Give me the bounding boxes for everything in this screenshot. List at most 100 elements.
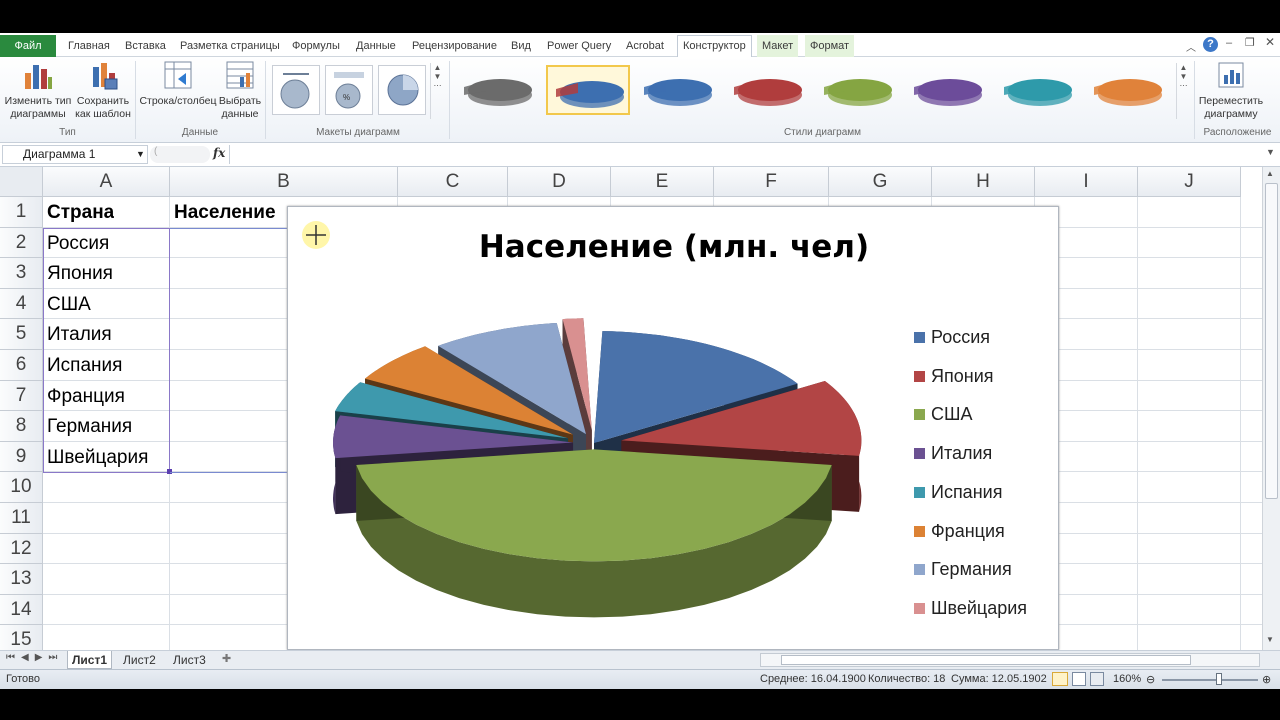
scroll-down-icon[interactable]: ▼	[1266, 635, 1274, 644]
chart-style-2[interactable]	[546, 65, 630, 115]
row-header-1[interactable]: 1	[0, 197, 43, 228]
sheet-nav-arrows-icon[interactable]: ⏮◀▶⏭	[6, 652, 63, 663]
cell-a1[interactable]: Страна	[47, 202, 114, 224]
legend-entry[interactable]: Швейцария	[931, 598, 1027, 619]
row-header-15[interactable]: 15	[0, 625, 43, 650]
formula-input[interactable]	[229, 145, 1263, 164]
row-header-6[interactable]: 6	[0, 350, 43, 381]
new-sheet-icon[interactable]: ✚	[222, 652, 231, 665]
row-header-13[interactable]: 13	[0, 564, 43, 595]
sheet-tab-2[interactable]: Лист2	[119, 651, 160, 669]
page-layout-view-icon[interactable]	[1072, 672, 1086, 686]
sheet-tab-3[interactable]: Лист3	[169, 651, 210, 669]
scroll-up-icon[interactable]: ▲	[1266, 169, 1274, 178]
legend-entry[interactable]: Италия	[931, 443, 992, 464]
tab-file[interactable]: Файл	[0, 35, 56, 57]
row-header-3[interactable]: 3	[0, 258, 43, 289]
tab-chart-layout[interactable]: Макет	[757, 35, 799, 57]
tab-insert[interactable]: Вставка	[125, 37, 166, 55]
chevron-down-icon[interactable]: ▼	[136, 146, 145, 163]
chart-layout-1[interactable]	[272, 65, 320, 115]
page-break-view-icon[interactable]	[1090, 672, 1104, 686]
zoom-slider[interactable]	[1162, 679, 1258, 681]
row-header-5[interactable]: 5	[0, 319, 43, 350]
chart-style-7[interactable]	[996, 65, 1080, 115]
sheet-tab-1[interactable]: Лист1	[67, 651, 113, 669]
row-header-14[interactable]: 14	[0, 594, 43, 626]
chart-style-8[interactable]	[1086, 65, 1170, 115]
row-header-10[interactable]: 10	[0, 472, 43, 503]
pie-slice[interactable]	[356, 449, 832, 618]
change-chart-type-button[interactable]: Изменить тип диаграммы	[3, 59, 73, 121]
row-header-9[interactable]: 9	[0, 441, 43, 473]
chart-layout-3[interactable]	[378, 65, 426, 115]
column-header-e[interactable]: E	[611, 167, 714, 197]
legend-entry[interactable]: Испания	[931, 482, 1002, 503]
legend-entry[interactable]: Франция	[931, 521, 1005, 542]
pie-chart[interactable]: Население (млн. чел) Россия Япония США Итал…	[287, 206, 1059, 650]
column-header-i[interactable]: I	[1035, 167, 1138, 197]
zoom-level[interactable]: 160%	[1113, 673, 1141, 685]
zoom-slider-thumb[interactable]	[1216, 673, 1222, 685]
move-chart-button[interactable]: Переместить диаграмму	[1196, 59, 1266, 121]
ribbon-collapse-icon[interactable]: ︿	[1186, 39, 1196, 54]
chart-layout-2[interactable]: %	[325, 65, 373, 115]
layouts-scroll[interactable]: ▲ ▼ ⋯	[430, 63, 444, 119]
zoom-in-icon[interactable]: ⊕	[1262, 673, 1271, 686]
vertical-scroll-thumb[interactable]	[1265, 183, 1278, 499]
tab-power-query[interactable]: Power Query	[547, 37, 611, 55]
tab-formulas[interactable]: Формулы	[292, 37, 340, 55]
chart-style-4[interactable]	[726, 65, 810, 115]
column-header-a[interactable]: A	[43, 167, 170, 197]
tab-chart-design[interactable]: Конструктор	[677, 35, 752, 58]
close-icon[interactable]: ✕	[1265, 35, 1275, 49]
row-header-11[interactable]: 11	[0, 503, 43, 534]
name-box[interactable]: Диаграмма 1 ▼	[2, 145, 148, 164]
restore-icon[interactable]: ❐	[1245, 36, 1255, 49]
normal-view-icon[interactable]	[1052, 672, 1068, 686]
row-header-8[interactable]: 8	[0, 411, 43, 442]
chart-style-5[interactable]	[816, 65, 900, 115]
horizontal-scroll-thumb[interactable]	[781, 655, 1191, 665]
column-header-g[interactable]: G	[829, 167, 932, 197]
column-header-b[interactable]: B	[170, 167, 398, 197]
switch-row-column-button[interactable]: Строка/столбец	[138, 59, 218, 108]
legend-entry[interactable]: Россия	[931, 327, 990, 348]
legend-entry[interactable]: США	[931, 404, 973, 425]
expand-formula-icon[interactable]: ▼	[1266, 147, 1275, 157]
row-header-4[interactable]: 4	[0, 288, 43, 320]
formula-bar-divider: (	[150, 146, 210, 163]
chart-style-1[interactable]	[456, 65, 540, 115]
legend-entry[interactable]: Япония	[931, 366, 994, 387]
column-header-d[interactable]: D	[508, 167, 611, 197]
tab-data[interactable]: Данные	[356, 37, 396, 55]
row-header-12[interactable]: 12	[0, 533, 43, 565]
styles-scroll[interactable]: ▲ ▼ ⋯	[1176, 63, 1190, 119]
tab-page-layout[interactable]: Разметка страницы	[180, 37, 280, 55]
tab-chart-format[interactable]: Формат	[805, 35, 855, 57]
row-header-7[interactable]: 7	[0, 380, 43, 412]
cell-b1[interactable]: Население	[174, 202, 286, 224]
chart-style-3[interactable]	[636, 65, 720, 115]
column-header-j[interactable]: J	[1138, 167, 1241, 197]
legend-entry[interactable]: Германия	[931, 559, 1012, 580]
tab-view[interactable]: Вид	[511, 37, 531, 55]
select-all-corner[interactable]	[0, 167, 43, 197]
horizontal-scrollbar[interactable]	[760, 653, 1260, 667]
tab-home[interactable]: Главная	[68, 37, 110, 55]
chart-style-6[interactable]	[906, 65, 990, 115]
column-header-c[interactable]: C	[398, 167, 508, 197]
pie-plot-area[interactable]	[288, 207, 1060, 651]
column-header-h[interactable]: H	[932, 167, 1035, 197]
tab-acrobat[interactable]: Acrobat	[626, 37, 664, 55]
minimize-icon[interactable]: –	[1226, 37, 1232, 49]
row-header-2[interactable]: 2	[0, 227, 43, 259]
help-icon[interactable]: ?	[1203, 37, 1218, 52]
zoom-out-icon[interactable]: ⊖	[1146, 673, 1155, 686]
select-data-button[interactable]: Выбрать данные	[217, 59, 263, 121]
vertical-scrollbar[interactable]: ▲ ▼	[1262, 167, 1280, 650]
tab-review[interactable]: Рецензирование	[412, 37, 497, 55]
fx-icon[interactable]: fx	[213, 146, 225, 160]
save-as-template-button[interactable]: Сохранить как шаблон	[72, 59, 134, 121]
column-header-f[interactable]: F	[714, 167, 829, 197]
